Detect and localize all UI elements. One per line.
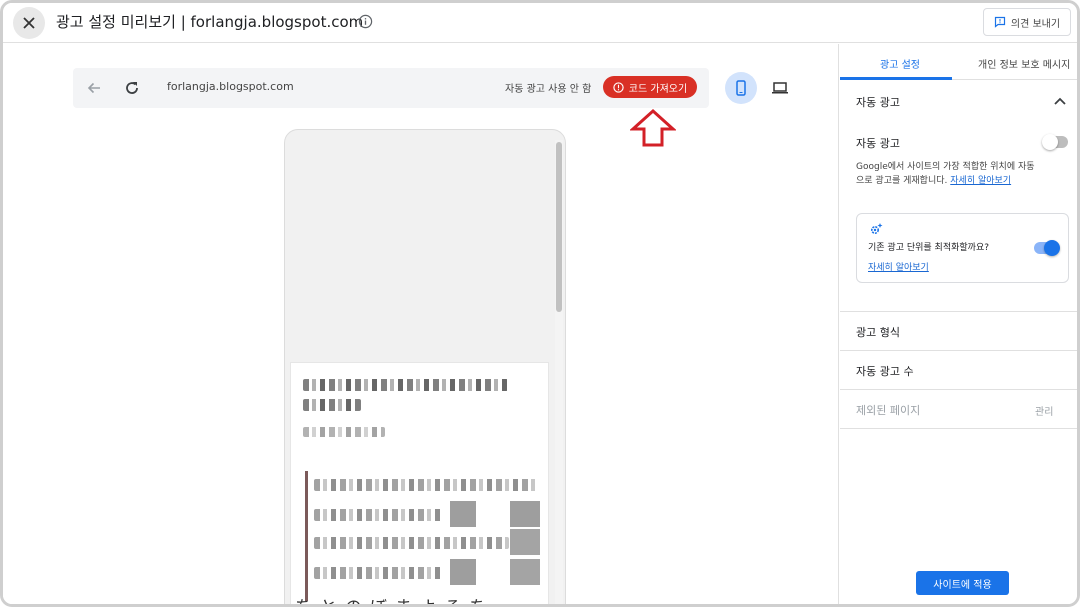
auto-ads-status: 자동 광고 사용 안 함	[505, 84, 592, 95]
close-icon	[23, 17, 35, 29]
ad-formats-row[interactable]: 광고 형식	[856, 324, 900, 340]
auto-ads-toggle-label: 자동 광고	[856, 137, 900, 150]
image-text-row	[314, 567, 444, 579]
blurred-post-image	[305, 471, 541, 601]
optimize-question: 기존 광고 단위를 최적화할까요?	[868, 243, 990, 253]
auto-ads-toggle[interactable]	[1042, 134, 1068, 150]
feedback-icon	[994, 16, 1006, 28]
blurred-post-title	[303, 379, 508, 391]
browser-bar: forlangja.blogspot.com 자동 광고 사용 안 함 코드 가…	[73, 68, 709, 108]
site-preview-area: forlangja.blogspot.com 자동 광고 사용 안 함 코드 가…	[3, 44, 839, 604]
get-code-label: 코드 가져오기	[628, 83, 688, 95]
error-icon	[613, 81, 624, 93]
chevron-up-icon[interactable]	[1053, 94, 1067, 108]
optimize-learn-more-link[interactable]: 자세히 알아보기	[868, 260, 929, 273]
image-text-row	[314, 537, 509, 549]
tab-ad-settings[interactable]: 광고 설정	[880, 56, 920, 71]
get-code-button[interactable]: 코드 가져오기	[603, 76, 697, 98]
top-bar: 광고 설정 미리보기 | forlangja.blogspot.com 의견 보…	[3, 3, 1077, 43]
close-button[interactable]	[13, 7, 45, 39]
info-icon[interactable]	[358, 14, 373, 29]
image-text-row	[314, 509, 444, 521]
reload-icon[interactable]	[123, 79, 141, 97]
image-tile	[450, 559, 476, 585]
divider	[840, 389, 1077, 390]
page-title: 광고 설정 미리보기 | forlangja.blogspot.com	[56, 13, 364, 31]
panel-tabs: 광고 설정 개인 정보 보호 메시지	[840, 44, 1077, 80]
optimize-toggle[interactable]	[1034, 240, 1060, 256]
optimize-existing-units-card: 기존 광고 단위를 최적화할까요? 자세히 알아보기	[856, 213, 1069, 283]
desktop-view-button[interactable]	[764, 72, 796, 104]
image-tile	[510, 529, 540, 555]
mobile-view-button[interactable]	[725, 72, 757, 104]
divider	[840, 311, 1077, 312]
scrollbar-thumb[interactable]	[556, 142, 562, 312]
excluded-pages-row: 제외된 페이지	[856, 404, 921, 417]
auto-ads-description: Google에서 사이트의 가장 적합한 위치에 자동으로 광고를 게재합니다.…	[856, 160, 1036, 188]
sparkle-settings-icon	[870, 223, 883, 235]
mobile-preview-frame: をとのぼまよるを	[284, 129, 566, 604]
blurred-post-date	[303, 427, 385, 437]
image-tile	[510, 501, 540, 527]
manage-link: 관리	[1035, 407, 1054, 418]
tab-privacy-messages[interactable]: 개인 정보 보호 메시지	[978, 56, 1070, 71]
blurred-post-title-line2	[303, 399, 361, 411]
app-window: 광고 설정 미리보기 | forlangja.blogspot.com 의견 보…	[0, 0, 1080, 607]
toggle-knob	[1044, 240, 1060, 256]
image-tile	[510, 559, 540, 585]
learn-more-link[interactable]: 자세히 알아보기	[950, 176, 1011, 186]
blog-post-card: をとのぼまよるを	[290, 362, 549, 604]
apply-to-site-button[interactable]: 사이트에 적용	[916, 571, 1009, 595]
mobile-icon	[736, 80, 746, 96]
feedback-label: 의견 보내기	[1010, 18, 1061, 30]
divider	[840, 350, 1077, 351]
up-arrow-annotation-icon	[630, 108, 676, 147]
auto-ads-section-header[interactable]: 자동 광고	[856, 94, 900, 110]
preview-url: forlangja.blogspot.com	[167, 80, 294, 93]
ad-load-row[interactable]: 자동 광고 수	[856, 363, 914, 379]
settings-panel: 광고 설정 개인 정보 보호 메시지 자동 광고 자동 광고 Google에서 …	[840, 44, 1077, 604]
divider	[840, 428, 1077, 429]
image-text-row	[314, 479, 539, 491]
post-text-preview: をとのぼまよるを	[295, 593, 535, 604]
toggle-knob	[1042, 134, 1058, 150]
image-tile	[450, 501, 476, 527]
feedback-button[interactable]: 의견 보내기	[983, 8, 1071, 36]
active-tab-indicator	[840, 77, 952, 80]
desktop-icon	[772, 82, 788, 94]
back-arrow-icon[interactable]	[85, 79, 103, 97]
